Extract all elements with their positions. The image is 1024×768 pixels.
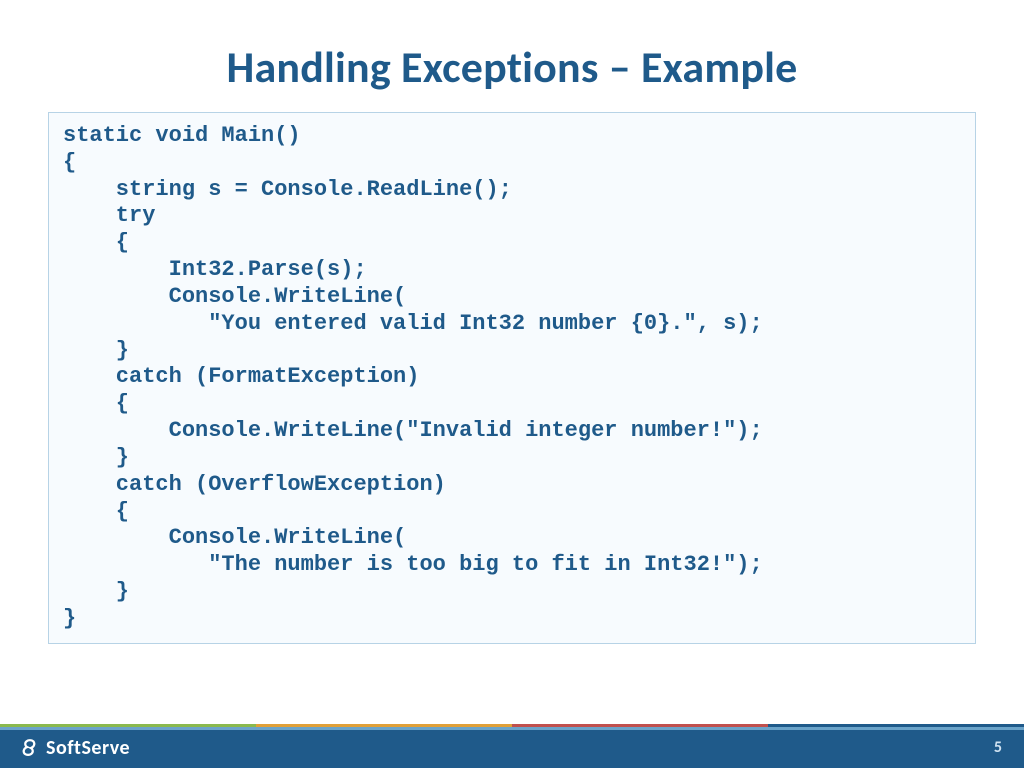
slide: Handling Exceptions – Example static voi… [0, 0, 1024, 768]
page-number: 5 [994, 738, 1002, 757]
slide-title: Handling Exceptions – Example [0, 0, 1024, 112]
brand-logo-icon [18, 737, 40, 759]
footer-bar: SoftServe 5 [0, 730, 1024, 768]
brand: SoftServe [18, 736, 130, 760]
footer-stripe [0, 724, 1024, 727]
code-box: static void Main() { string s = Console.… [48, 112, 976, 644]
brand-text: SoftServe [46, 736, 130, 760]
code-block: static void Main() { string s = Console.… [63, 123, 961, 633]
